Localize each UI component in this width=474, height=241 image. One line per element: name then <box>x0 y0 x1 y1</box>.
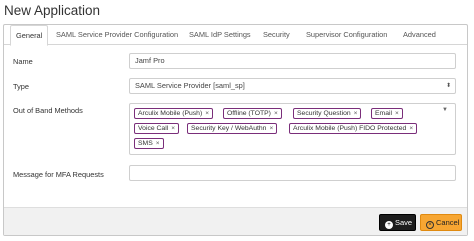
mfa-message-label: Message for MFA Requests <box>13 170 104 179</box>
oob-chip: SMS × <box>134 138 164 149</box>
oob-chip-label: SMS <box>138 140 153 147</box>
oob-chip-label: Arculix Mobile (Push) <box>138 110 203 117</box>
oob-chip: Voice Call × <box>134 123 180 134</box>
chip-remove-icon[interactable]: × <box>205 110 209 117</box>
oob-chip: Security Key / WebAuthn × <box>187 123 278 134</box>
cancel-button-label: Cancel <box>436 218 460 227</box>
name-label: Name <box>13 57 33 66</box>
application-panel: General SAML Service Provider Configurat… <box>3 24 468 236</box>
oob-chip-label: Arculix Mobile (Push) FIDO Protected <box>293 125 407 132</box>
oob-chip-label: Offline (TOTP) <box>227 110 271 117</box>
chip-remove-icon[interactable]: × <box>395 110 399 117</box>
oob-chip: Arculix Mobile (Push) FIDO Protected × <box>289 123 418 134</box>
oob-chip-label: Email <box>375 110 392 117</box>
oob-methods-multiselect[interactable]: ▼ Arculix Mobile (Push) × Offline (TOTP) ×… <box>129 103 456 155</box>
plus-circle-icon: + <box>385 221 393 229</box>
oob-chip-label: Security Key / WebAuthn <box>191 125 267 132</box>
save-button-label: Save <box>395 218 413 227</box>
type-select[interactable]: SAML Service Provider [saml_sp] ⬍ <box>129 78 456 94</box>
dialog-footer: + Save × Cancel <box>4 207 467 235</box>
chip-remove-icon[interactable]: × <box>269 125 273 132</box>
page-title: New Application <box>4 3 101 18</box>
chip-remove-icon[interactable]: × <box>409 125 413 132</box>
mfa-message-input[interactable] <box>129 165 456 181</box>
x-circle-icon: × <box>426 221 434 229</box>
oob-methods-label: Out of Band Methods <box>13 106 83 115</box>
updown-arrows-icon: ⬍ <box>445 83 451 89</box>
name-input[interactable]: Jamf Pro <box>129 53 456 69</box>
oob-chip: Offline (TOTP) × <box>223 108 282 119</box>
tab-saml-service-provider-configuration[interactable]: SAML Service Provider Configuration <box>51 25 183 45</box>
tab-security[interactable]: Security <box>258 25 295 45</box>
type-label: Type <box>13 82 30 91</box>
oob-chip: Email × <box>371 108 403 119</box>
save-button[interactable]: + Save <box>379 214 416 231</box>
tab-bar: General SAML Service Provider Configurat… <box>4 25 467 46</box>
chip-remove-icon[interactable]: × <box>354 110 358 117</box>
chip-remove-icon[interactable]: × <box>171 125 175 132</box>
chip-remove-icon[interactable]: × <box>156 140 160 147</box>
type-select-value: SAML Service Provider [saml_sp] <box>135 81 245 90</box>
tab-saml-idp-settings[interactable]: SAML IdP Settings <box>184 25 256 45</box>
chip-remove-icon[interactable]: × <box>274 110 278 117</box>
tab-advanced[interactable]: Advanced <box>398 25 441 45</box>
chevron-down-icon[interactable]: ▼ <box>442 107 448 113</box>
cancel-button[interactable]: × Cancel <box>420 214 462 231</box>
oob-chip-label: Security Question <box>297 110 351 117</box>
oob-chip-label: Voice Call <box>138 125 169 132</box>
tab-general[interactable]: General <box>10 25 49 46</box>
oob-chip: Arculix Mobile (Push) × <box>134 108 214 119</box>
oob-chip: Security Question × <box>293 108 362 119</box>
tab-supervisor-configuration[interactable]: Supervisor Configuration <box>301 25 392 45</box>
